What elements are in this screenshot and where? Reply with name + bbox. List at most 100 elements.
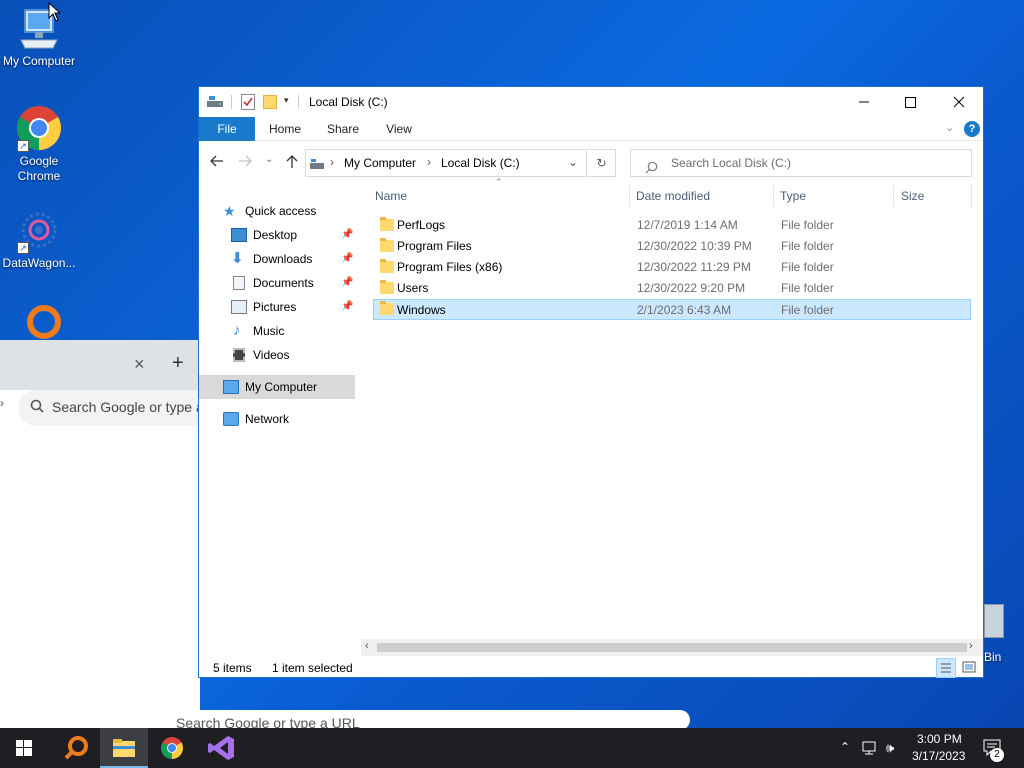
new-folder-icon[interactable] — [263, 95, 277, 109]
column-header-date[interactable]: Date modified — [636, 189, 710, 207]
breadcrumb-local-disk[interactable]: Local Disk (C:) — [441, 156, 520, 170]
notification-count-badge: 2 — [990, 748, 1004, 762]
ntp-search-box[interactable]: Search Google or type a URL — [120, 710, 690, 731]
search-app-taskbar-icon[interactable] — [52, 728, 100, 768]
column-separator — [629, 185, 630, 207]
tab-file[interactable]: File — [199, 117, 255, 141]
nav-label: Music — [253, 324, 285, 338]
desktop-icon-my-computer[interactable]: My Computer — [0, 4, 78, 69]
nav-label: Downloads — [253, 252, 313, 266]
file-explorer-window[interactable]: ▾ Local Disk (C:) File Home Share View ⌄… — [198, 86, 984, 678]
nav-my-computer[interactable]: My Computer — [199, 375, 355, 399]
nav-documents[interactable]: Documents 📌 — [231, 271, 355, 295]
desktop-icon-datawagon[interactable]: ↗ DataWagon... — [0, 206, 78, 271]
nav-network[interactable]: Network — [223, 407, 353, 431]
search-icon — [645, 157, 658, 183]
nav-music[interactable]: ♪ Music — [231, 319, 355, 343]
background-browser-window[interactable]: × + › Search Google or type a — [0, 340, 204, 730]
file-row[interactable]: PerfLogs 12/7/2019 1:14 AM File folder — [373, 215, 971, 236]
file-explorer-taskbar-icon[interactable] — [100, 728, 148, 768]
refresh-button[interactable]: ↻ — [588, 149, 616, 177]
pin-icon[interactable]: 📌 — [341, 223, 353, 247]
column-header-type[interactable]: Type — [780, 189, 806, 207]
expand-ribbon-icon[interactable]: ⌄ — [945, 121, 954, 134]
breadcrumb-separator: › — [427, 155, 431, 169]
file-row[interactable]: Users 12/30/2022 9:20 PM File folder — [373, 278, 971, 299]
drive-icon — [310, 158, 324, 172]
taskbar: ⌃ 🕪 3:00 PM 3/17/2023 2 — [0, 728, 1024, 768]
close-button[interactable] — [933, 87, 983, 117]
title-bar[interactable]: ▾ Local Disk (C:) — [199, 87, 983, 117]
up-button[interactable] — [285, 153, 299, 172]
breadcrumb-my-computer[interactable]: My Computer — [344, 156, 416, 170]
pin-icon[interactable]: 📌 — [341, 271, 353, 295]
minimize-button[interactable] — [841, 87, 887, 117]
help-icon[interactable]: ? — [964, 121, 980, 137]
file-row[interactable]: Program Files (x86) 12/30/2022 11:29 PM … — [373, 257, 971, 278]
documents-icon — [233, 276, 245, 290]
nav-downloads[interactable]: ⬇ Downloads 📌 — [231, 247, 355, 271]
column-header-name[interactable]: Name — [375, 189, 407, 207]
computer-icon — [223, 380, 239, 394]
scroll-left-icon[interactable]: ‹ — [365, 640, 369, 652]
maximize-button[interactable] — [887, 87, 933, 117]
file-name: Users — [397, 281, 429, 295]
search-input[interactable]: Search Local Disk (C:) — [630, 149, 972, 177]
shortcut-arrow-icon: ↗ — [17, 140, 29, 152]
back-button[interactable] — [209, 153, 225, 172]
pin-icon[interactable]: 📌 — [341, 295, 353, 319]
nav-label: My Computer — [245, 380, 318, 394]
desktop-icon-recycle-bin[interactable]: Bin — [984, 604, 1024, 665]
tab-home[interactable]: Home — [263, 117, 307, 141]
nav-quick-access[interactable]: ★ Quick access — [223, 199, 353, 223]
show-hidden-icons-button[interactable]: ⌃ — [840, 740, 850, 754]
search-app-icon[interactable] — [22, 304, 62, 340]
pin-icon[interactable]: 📌 — [341, 247, 353, 271]
file-name: PerfLogs — [397, 218, 446, 232]
nav-pictures[interactable]: Pictures 📌 — [231, 295, 355, 319]
scrollbar-thumb[interactable] — [377, 643, 967, 652]
tab-share[interactable]: Share — [321, 117, 365, 141]
chrome-taskbar-icon[interactable] — [148, 728, 196, 768]
scroll-right-icon[interactable]: › — [969, 640, 973, 652]
horizontal-scrollbar[interactable]: ‹ › — [361, 639, 983, 656]
folder-icon — [380, 280, 394, 294]
visual-studio-taskbar-icon[interactable] — [198, 728, 246, 768]
recent-locations-icon[interactable]: ⌄ — [265, 154, 273, 165]
clock-time[interactable]: 3:00 PM — [917, 732, 962, 746]
column-header-size[interactable]: Size — [901, 189, 924, 207]
nav-videos[interactable]: Videos — [231, 343, 355, 367]
new-tab-icon[interactable]: + — [172, 352, 184, 375]
volume-icon[interactable]: 🕪 — [886, 740, 894, 756]
file-row-selected[interactable]: Windows 2/1/2023 6:43 AM File folder — [373, 299, 971, 320]
tab-close-icon[interactable]: × — [134, 354, 145, 375]
large-icons-view-button[interactable] — [960, 658, 980, 678]
chrome-icon: ↗ — [15, 104, 63, 152]
nav-label: Quick access — [245, 204, 317, 218]
browser-back-icon[interactable]: › — [0, 396, 6, 412]
nav-desktop[interactable]: Desktop 📌 — [231, 223, 355, 247]
tab-view[interactable]: View — [379, 117, 419, 141]
status-bar: 5 items 1 item selected — [199, 657, 983, 679]
folder-icon — [380, 238, 394, 252]
quick-access-dropdown-icon[interactable]: ▾ — [284, 95, 289, 106]
address-bar[interactable]: › My Computer › Local Disk (C:) ⌄ — [305, 149, 587, 177]
desktop-icon-label: DataWagon... — [2, 256, 76, 270]
file-row[interactable]: Program Files 12/30/2022 10:39 PM File f… — [373, 236, 971, 257]
file-date: 12/30/2022 9:20 PM — [637, 281, 746, 295]
mouse-cursor-icon — [48, 1, 62, 25]
desktop-icon-google-chrome[interactable]: ↗ Google Chrome — [0, 104, 78, 184]
network-status-icon[interactable] — [862, 740, 880, 759]
search-placeholder: Search Local Disk (C:) — [671, 156, 792, 170]
file-name: Windows — [397, 303, 446, 317]
browser-address-bar[interactable]: Search Google or type a — [18, 390, 204, 426]
file-date: 12/30/2022 10:39 PM — [637, 239, 752, 253]
details-view-button[interactable] — [936, 658, 956, 678]
file-date: 12/30/2022 11:29 PM — [637, 260, 751, 274]
start-button[interactable] — [0, 728, 48, 768]
properties-icon[interactable] — [241, 94, 255, 113]
clock-date[interactable]: 3/17/2023 — [912, 749, 965, 763]
forward-button[interactable] — [237, 153, 253, 172]
address-history-dropdown-icon[interactable]: ⌄ — [568, 155, 578, 169]
breadcrumb-separator: › — [330, 155, 334, 169]
